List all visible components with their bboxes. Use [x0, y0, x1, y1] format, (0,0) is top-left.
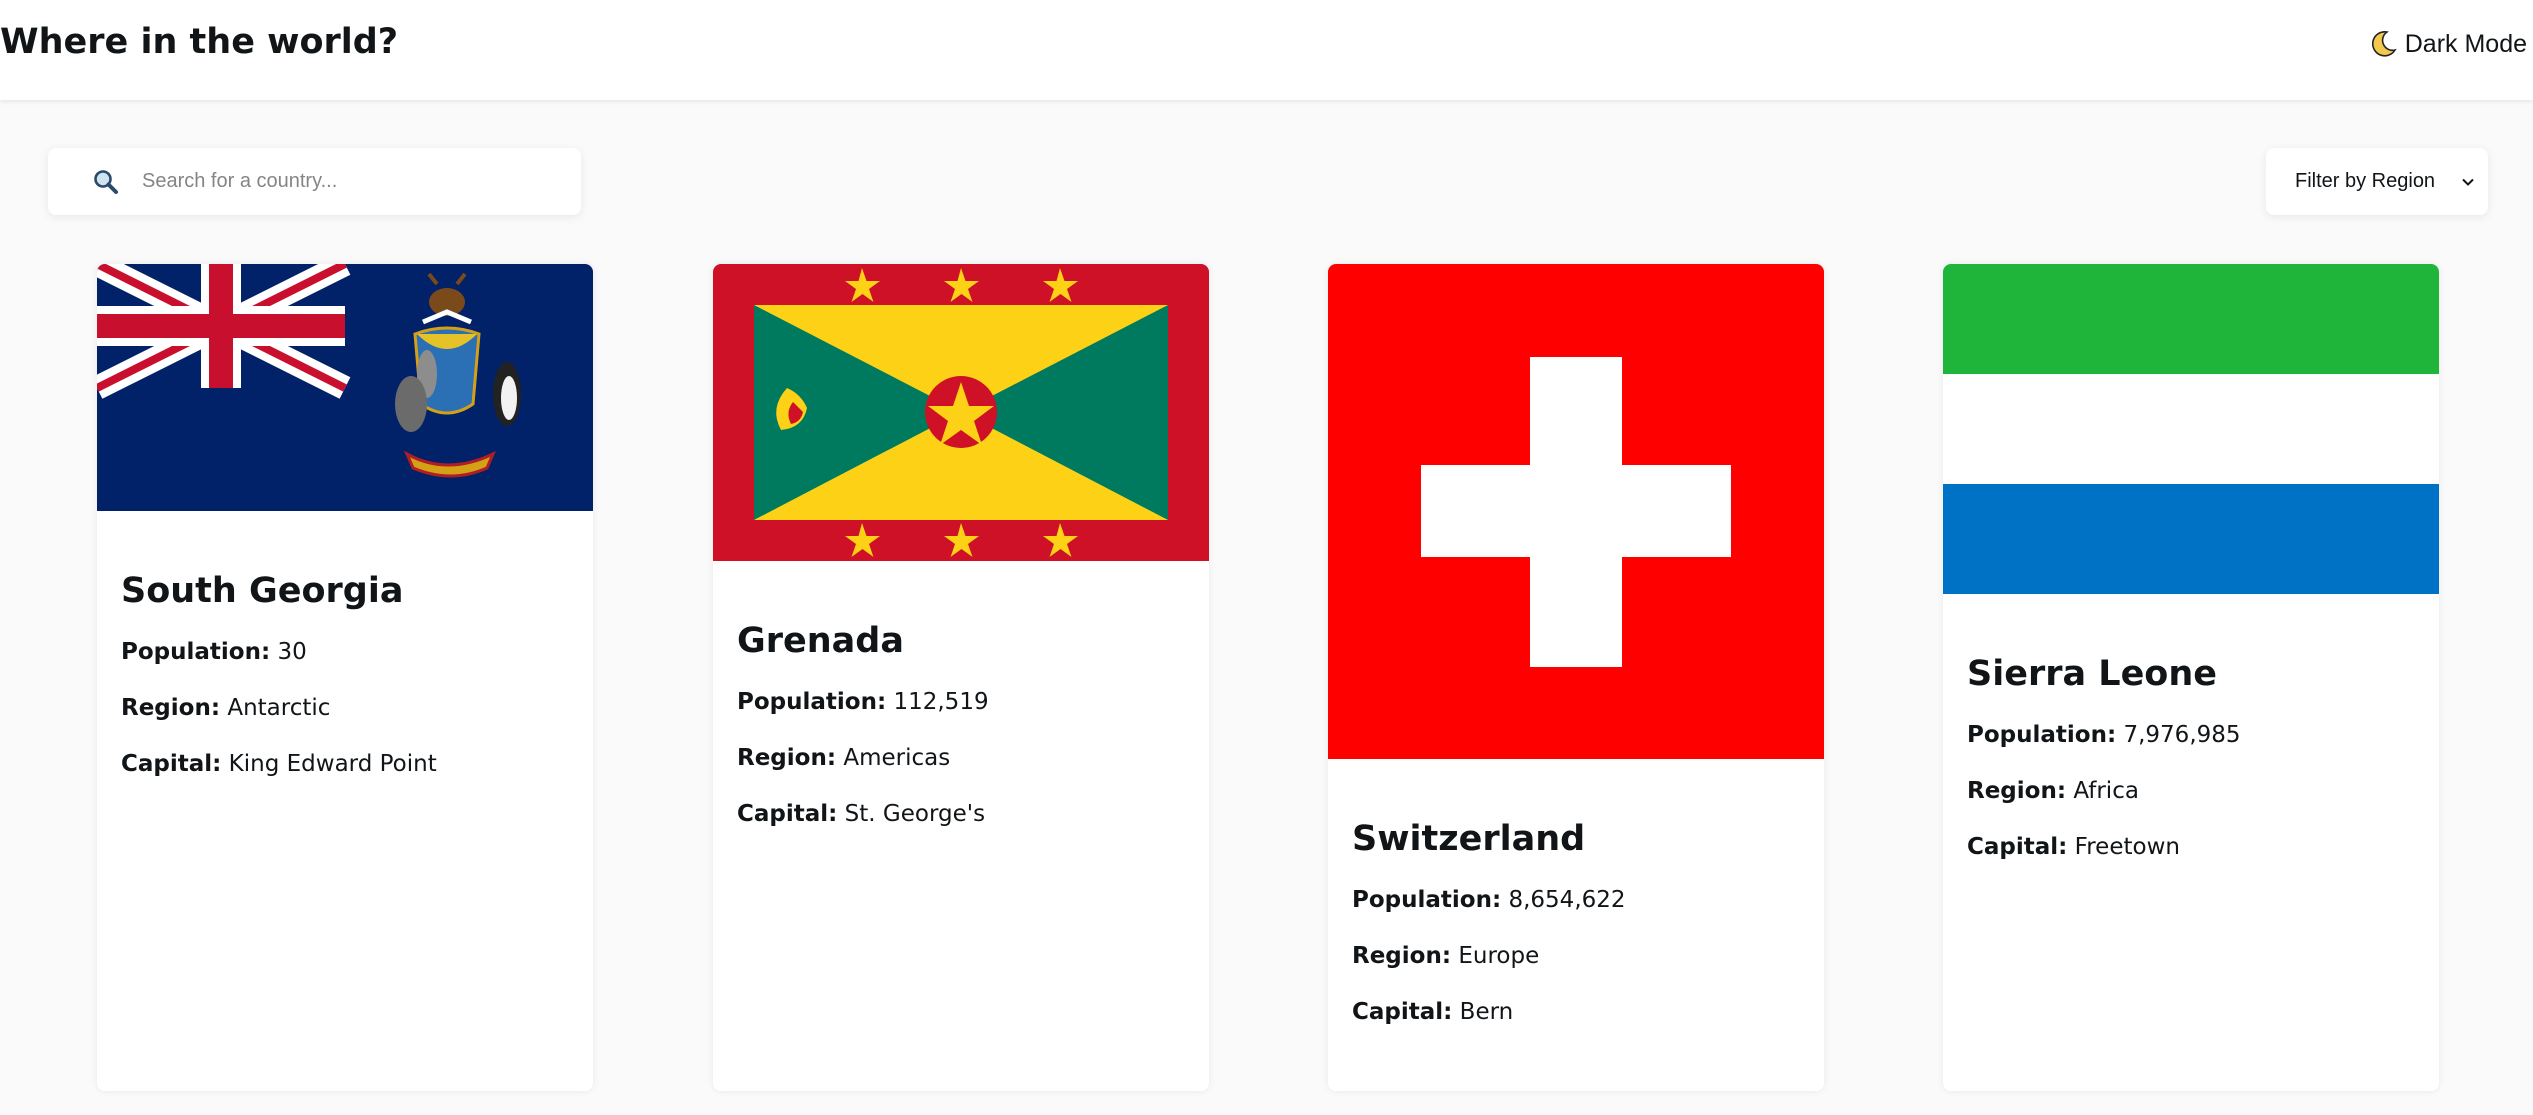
region-value: Americas [843, 745, 951, 771]
region-label: Region: [737, 745, 837, 771]
capital-line: Capital: Freetown [1967, 832, 2415, 862]
search-box[interactable] [48, 148, 581, 215]
region-label: Region: [1352, 943, 1452, 969]
population-value: 8,654,622 [1508, 887, 1626, 913]
region-label: Region: [1967, 778, 2067, 804]
population-label: Population: [1967, 722, 2117, 748]
population-value: 7,976,985 [2123, 722, 2241, 748]
population-label: Population: [121, 639, 271, 665]
capital-label: Capital: [121, 751, 222, 777]
region-value: Antarctic [227, 695, 331, 721]
region-line: Region: Europe [1352, 941, 1800, 971]
country-card[interactable]: Sierra Leone Population: 7,976,985 Regio… [1943, 264, 2439, 1091]
capital-value: King Edward Point [228, 751, 437, 777]
capital-value: Freetown [2074, 834, 2180, 860]
population-label: Population: [1352, 887, 1502, 913]
population-line: Population: 112,519 [737, 687, 1185, 717]
search-icon [94, 169, 118, 194]
population-value: 112,519 [893, 689, 989, 715]
population-line: Population: 8,654,622 [1352, 885, 1800, 915]
region-filter-select[interactable]: Filter by Region [2266, 148, 2488, 215]
flag-image [1328, 264, 1824, 759]
population-line: Population: 30 [121, 637, 569, 667]
dark-mode-toggle[interactable]: Dark Mode [2367, 28, 2527, 60]
capital-line: Capital: St. George's [737, 799, 1185, 829]
capital-label: Capital: [1352, 999, 1453, 1025]
region-value: Africa [2073, 778, 2139, 804]
capital-label: Capital: [1967, 834, 2068, 860]
capital-value: St. George's [844, 801, 986, 827]
chevron-down-icon [2462, 178, 2474, 186]
country-card[interactable]: Grenada Population: 112,519 Region: Amer… [713, 264, 1209, 1091]
population-label: Population: [737, 689, 887, 715]
population-value: 30 [277, 639, 307, 665]
capital-line: Capital: King Edward Point [121, 749, 569, 779]
region-value: Europe [1458, 943, 1540, 969]
country-name: Grenada [737, 621, 904, 661]
dark-mode-label: Dark Mode [2404, 29, 2527, 58]
flag-image [1943, 264, 2439, 594]
capital-label: Capital: [737, 801, 838, 827]
country-name: Switzerland [1352, 819, 1586, 859]
country-card[interactable]: South Georgia Population: 30 Region: Ant… [97, 264, 593, 1091]
region-label: Region: [121, 695, 221, 721]
capital-line: Capital: Bern [1352, 997, 1800, 1027]
region-filter-label: Filter by Region [2295, 170, 2436, 192]
country-name: Sierra Leone [1967, 654, 2218, 694]
flag-image [713, 264, 1209, 561]
flag-image [97, 264, 593, 511]
search-input[interactable] [142, 170, 542, 193]
top-bar: Where in the world? Dark Mode [0, 0, 2533, 100]
app-title: Where in the world? [0, 22, 399, 62]
moon-icon [2371, 30, 2397, 57]
capital-value: Bern [1459, 999, 1514, 1025]
country-name: South Georgia [121, 571, 404, 611]
region-line: Region: Americas [737, 743, 1185, 773]
region-line: Region: Africa [1967, 776, 2415, 806]
country-card[interactable]: Switzerland Population: 8,654,622 Region… [1328, 264, 1824, 1091]
region-line: Region: Antarctic [121, 693, 569, 723]
population-line: Population: 7,976,985 [1967, 720, 2415, 750]
